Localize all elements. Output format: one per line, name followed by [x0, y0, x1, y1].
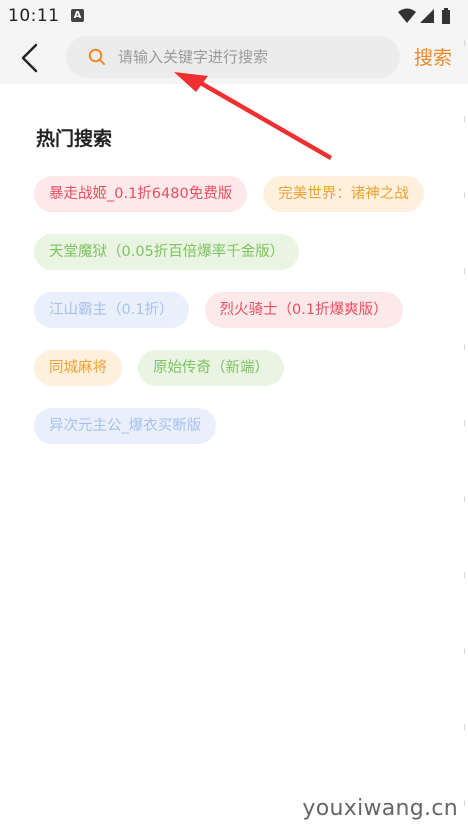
hot-search-tags: 暴走战姬_0.1折6480免费版 完美世界：诸神之战 天堂魔狱（0.05折百倍爆率千…	[34, 176, 444, 466]
tag-row: 异次元主公_爆衣买断版	[34, 408, 444, 444]
status-icons	[398, 7, 458, 25]
back-button[interactable]	[14, 40, 48, 76]
hot-search-tag[interactable]: 江山霸主（0.1折）	[34, 292, 189, 328]
wifi-icon	[398, 8, 416, 23]
tag-row: 江山霸主（0.1折） 烈火骑士（0.1折爆爽版）	[34, 292, 444, 328]
scrollbar[interactable]	[463, 40, 466, 820]
search-button[interactable]: 搜索	[414, 43, 452, 70]
hot-search-tag[interactable]: 异次元主公_爆衣买断版	[34, 408, 217, 444]
signal-icon	[420, 9, 434, 23]
search-icon	[88, 48, 105, 65]
chevron-left-icon	[21, 43, 38, 73]
hot-search-tag[interactable]: 完美世界：诸神之战	[263, 176, 424, 212]
tag-row: 暴走战姬_0.1折6480免费版 完美世界：诸神之战	[34, 176, 444, 212]
hot-search-tag[interactable]: 暴走战姬_0.1折6480免费版	[34, 176, 248, 212]
tag-row: 天堂魔狱（0.05折百倍爆率千金版）	[34, 234, 444, 270]
hot-search-title: 热门搜索	[36, 128, 113, 150]
watermark: youxiwang.cn	[302, 796, 458, 821]
hot-search-tag[interactable]: 烈火骑士（0.1折爆爽版）	[204, 292, 403, 328]
notification-icon: A	[71, 9, 84, 22]
search-input[interactable]	[118, 36, 388, 78]
battery-icon	[442, 8, 450, 24]
status-time: 10:11	[8, 6, 60, 26]
hot-search-tag[interactable]: 天堂魔狱（0.05折百倍爆率千金版）	[34, 234, 300, 270]
hot-search-tag[interactable]: 同城麻将	[34, 350, 122, 386]
search-box[interactable]	[66, 36, 400, 78]
search-header: 搜索	[0, 32, 468, 84]
tag-row: 同城麻将 原始传奇（新端）	[34, 350, 444, 386]
status-bar: 10:11 A	[0, 0, 468, 32]
hot-search-tag[interactable]: 原始传奇（新端）	[138, 350, 284, 386]
